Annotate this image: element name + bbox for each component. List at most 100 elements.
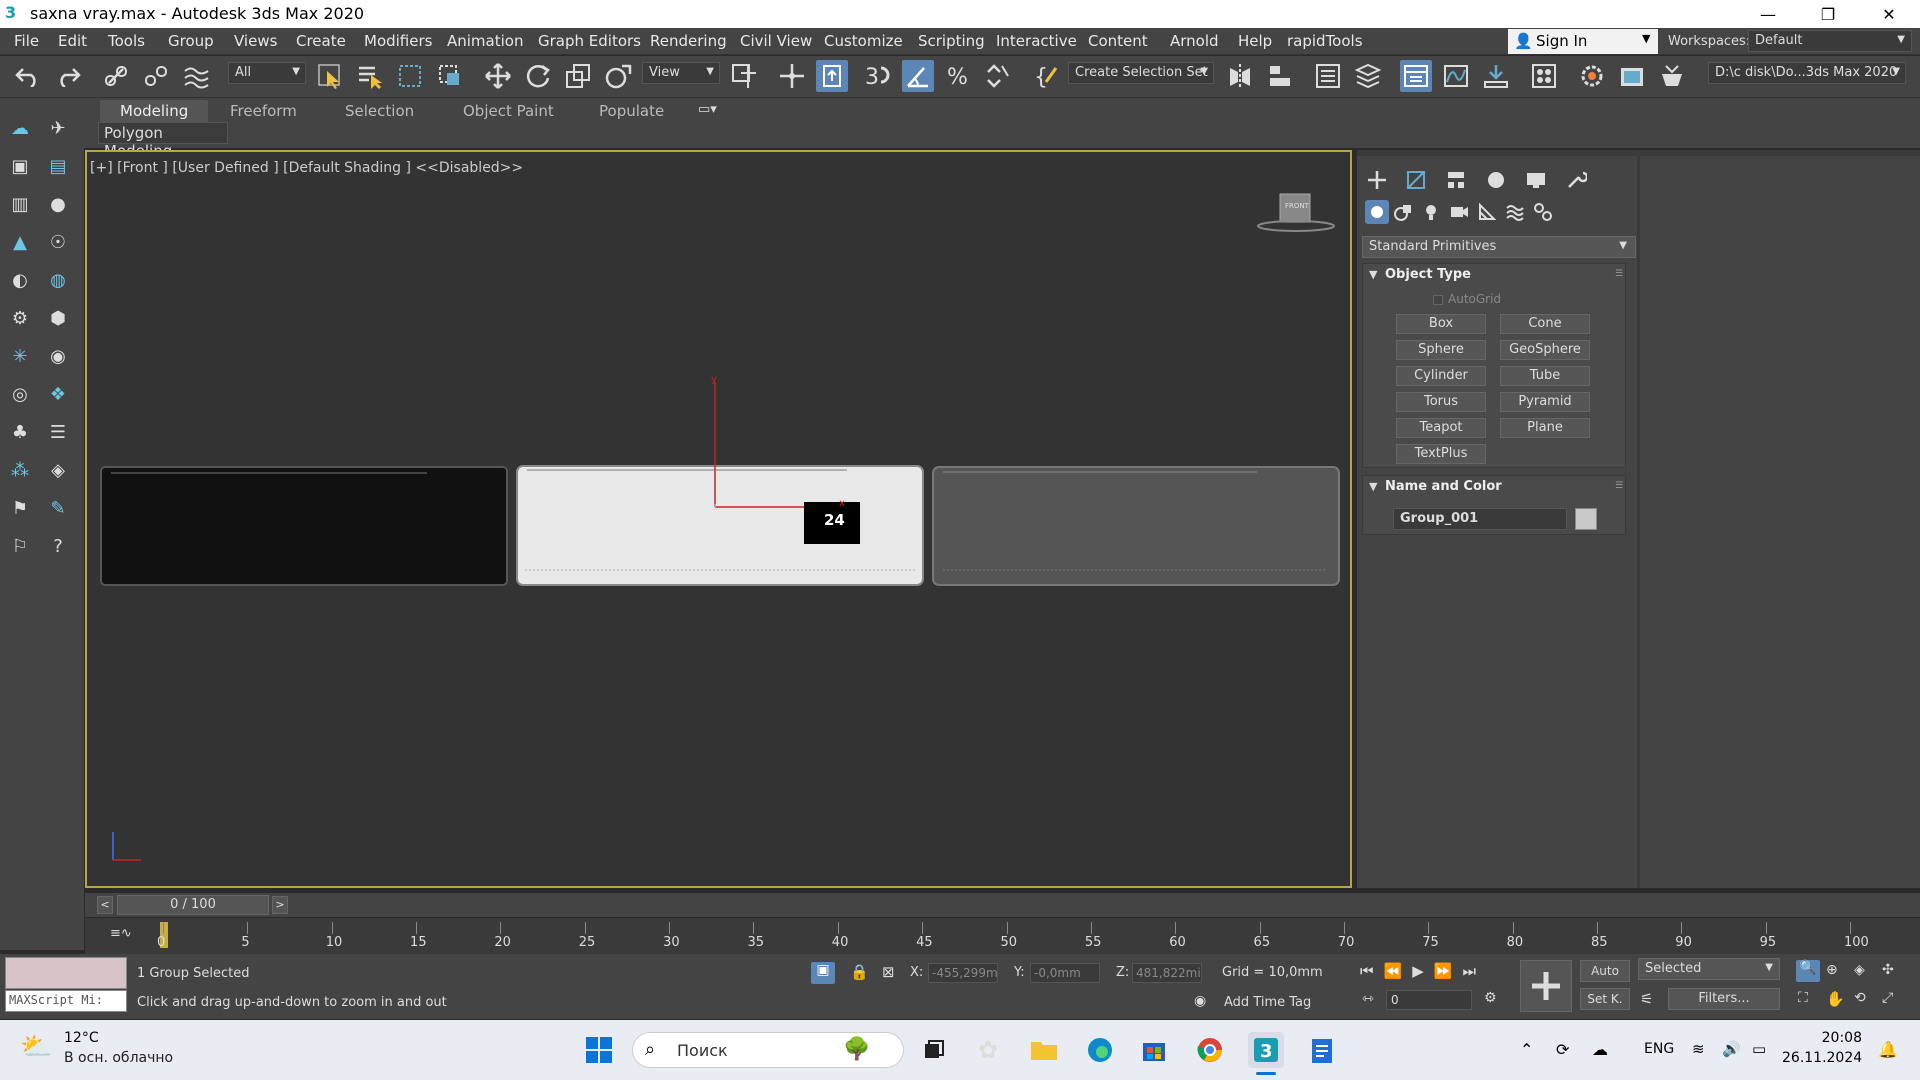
auto-key-button[interactable]: Auto — [1580, 960, 1630, 982]
scatter-icon[interactable]: ⁂ — [6, 456, 34, 484]
wire-params-icon[interactable]: ✎ — [44, 494, 72, 522]
battery-icon[interactable]: ▭ — [1752, 1040, 1766, 1058]
geosphere-button[interactable]: GeoSphere — [1500, 340, 1590, 360]
menu-scripting[interactable]: Scripting — [918, 32, 985, 50]
lights-category-icon[interactable] — [1421, 202, 1441, 222]
object-type-title[interactable]: Object Type — [1385, 267, 1471, 282]
toggle-ribbon-icon[interactable] — [1400, 60, 1432, 92]
plane-button[interactable]: Plane — [1500, 418, 1590, 438]
menu-rendering[interactable]: Rendering — [650, 32, 727, 50]
autogrid-checkbox[interactable] — [1433, 295, 1443, 305]
pan-view-icon[interactable]: ✋ — [1826, 990, 1845, 1008]
undo-icon[interactable] — [12, 60, 44, 92]
minimize-button[interactable]: — — [1745, 0, 1791, 28]
chevron-up-icon[interactable]: ⌃ — [1520, 1040, 1533, 1059]
restore-button[interactable]: ❐ — [1805, 0, 1851, 28]
motion-tab-icon[interactable] — [1481, 166, 1511, 194]
wifi-icon[interactable]: ≋ — [1692, 1040, 1705, 1058]
previous-frame-button[interactable]: < — [97, 896, 113, 914]
project-folder-dropdown[interactable]: D:\c disk\Do...3ds Max 2020 ▼ — [1708, 62, 1906, 84]
render-message-icon[interactable]: ⚙ — [6, 304, 34, 332]
rectangular-selection-icon[interactable] — [394, 60, 426, 92]
clock-time[interactable]: 20:08 — [1806, 1030, 1862, 1046]
menu-animation[interactable]: Animation — [447, 32, 523, 50]
tab-selection[interactable]: Selection — [345, 100, 414, 122]
key-mode-toggle-icon[interactable]: ⚟ — [1640, 990, 1653, 1008]
file-explorer-icon[interactable] — [1026, 1032, 1062, 1068]
snaps-toggle-icon[interactable]: 3 — [862, 60, 894, 92]
zoom-all-icon[interactable]: ⊕ — [1826, 962, 1838, 978]
clock-date[interactable]: 26.11.2024 — [1782, 1050, 1862, 1066]
cameras-category-icon[interactable] — [1449, 202, 1469, 222]
viewport-layout-icon[interactable]: ☉ — [44, 228, 72, 256]
render-setup-icon[interactable] — [1576, 60, 1608, 92]
rendered-frame-window-icon[interactable] — [1616, 60, 1648, 92]
next-frame-button[interactable]: > — [272, 896, 288, 914]
select-manipulate-icon[interactable] — [776, 60, 808, 92]
render-setup-icon[interactable]: ☁ — [6, 114, 34, 142]
maximize-viewport-icon[interactable]: ⤢ — [1882, 990, 1893, 1006]
menu-help[interactable]: Help — [1238, 32, 1272, 50]
scene-converter-icon[interactable]: ◍ — [44, 266, 72, 294]
menu-modifiers[interactable]: Modifiers — [364, 32, 432, 50]
menu-content[interactable]: Content — [1088, 32, 1148, 50]
railclone-icon[interactable]: ☰ — [44, 418, 72, 446]
pivot-center-icon[interactable] — [728, 60, 760, 92]
forest-pack-icon[interactable]: ♣ — [6, 418, 34, 446]
object-name-input[interactable]: Group_001 — [1393, 508, 1567, 530]
front-viewport[interactable]: 24 FRONT y z x — [85, 150, 1352, 888]
tab-freeform[interactable]: Freeform — [230, 100, 297, 122]
material-editor-icon[interactable]: ▥ — [6, 190, 34, 218]
display-tab-icon[interactable] — [1521, 166, 1551, 194]
task-view-icon[interactable] — [916, 1032, 952, 1068]
store-icon[interactable] — [1136, 1032, 1172, 1068]
populate-icon[interactable]: ❖ — [44, 380, 72, 408]
mass-fx-icon[interactable]: ◉ — [44, 342, 72, 370]
workspaces-select[interactable]: Default ▼ — [1748, 30, 1912, 52]
curve-editor-icon[interactable] — [1440, 60, 1472, 92]
scale-icon[interactable] — [562, 60, 594, 92]
collapse-icon[interactable]: ▼ — [1369, 268, 1377, 281]
zoom-icon[interactable]: 🔍 — [1796, 960, 1820, 982]
sphere-button[interactable]: Sphere — [1396, 340, 1486, 360]
utilities-tab-icon[interactable] — [1561, 166, 1591, 194]
align-icon[interactable] — [1264, 60, 1296, 92]
pyramid-button[interactable]: Pyramid — [1500, 392, 1590, 412]
reference-coordinate-dropdown[interactable]: View ▼ — [642, 62, 720, 84]
textplus-button[interactable]: TextPlus — [1396, 444, 1486, 464]
time-slider[interactable]: 0 / 100 — [117, 895, 269, 915]
light-lister-icon[interactable]: ▤ — [44, 152, 72, 180]
menu-civil-view[interactable]: Civil View — [740, 32, 812, 50]
close-button[interactable]: ✕ — [1866, 0, 1912, 28]
schematic-view-icon[interactable] — [1480, 60, 1512, 92]
time-tag-icon[interactable]: ◉ — [1194, 993, 1206, 1009]
render-production-icon[interactable] — [1656, 60, 1688, 92]
z-coordinate-field[interactable]: 481,822mi — [1132, 963, 1202, 983]
rendered-frame-icon[interactable]: ✈ — [44, 114, 72, 142]
collapse-icon[interactable]: ▼ — [1369, 480, 1377, 493]
keyboard-shortcut-override-icon[interactable] — [816, 60, 848, 92]
bind-space-warp-icon[interactable] — [180, 60, 212, 92]
window-crossing-icon[interactable] — [434, 60, 466, 92]
add-time-tag[interactable]: Add Time Tag — [1224, 995, 1311, 1010]
object-color-swatch[interactable] — [1575, 508, 1597, 530]
weather-icon[interactable]: ⛅ — [20, 1032, 52, 1062]
name-color-title[interactable]: Name and Color — [1385, 479, 1502, 494]
active-shade-icon[interactable]: ▣ — [6, 152, 34, 180]
menu-graph-editors[interactable]: Graph Editors — [538, 32, 641, 50]
tube-button[interactable]: Tube — [1500, 366, 1590, 386]
create-tab-icon[interactable] — [1362, 166, 1392, 194]
link-icon[interactable] — [100, 60, 132, 92]
polygon-modeling-panel[interactable]: Polygon Modeling — [98, 122, 228, 160]
rollout-menu-icon[interactable]: ☰ — [1615, 269, 1623, 279]
select-by-name-icon[interactable] — [354, 60, 386, 92]
edge-icon[interactable] — [1082, 1032, 1118, 1068]
torus-button[interactable]: Torus — [1396, 392, 1486, 412]
unlink-icon[interactable] — [140, 60, 172, 92]
hierarchy-tab-icon[interactable] — [1441, 166, 1471, 194]
helpers-category-icon[interactable] — [1477, 202, 1497, 222]
menu-tools[interactable]: Tools — [108, 32, 145, 50]
viewport-label[interactable]: [+] [Front ] [User Defined ] [Default Sh… — [90, 160, 523, 176]
absolute-mode-icon[interactable]: ⊠ — [882, 963, 895, 981]
menu-customize[interactable]: Customize — [824, 32, 903, 50]
